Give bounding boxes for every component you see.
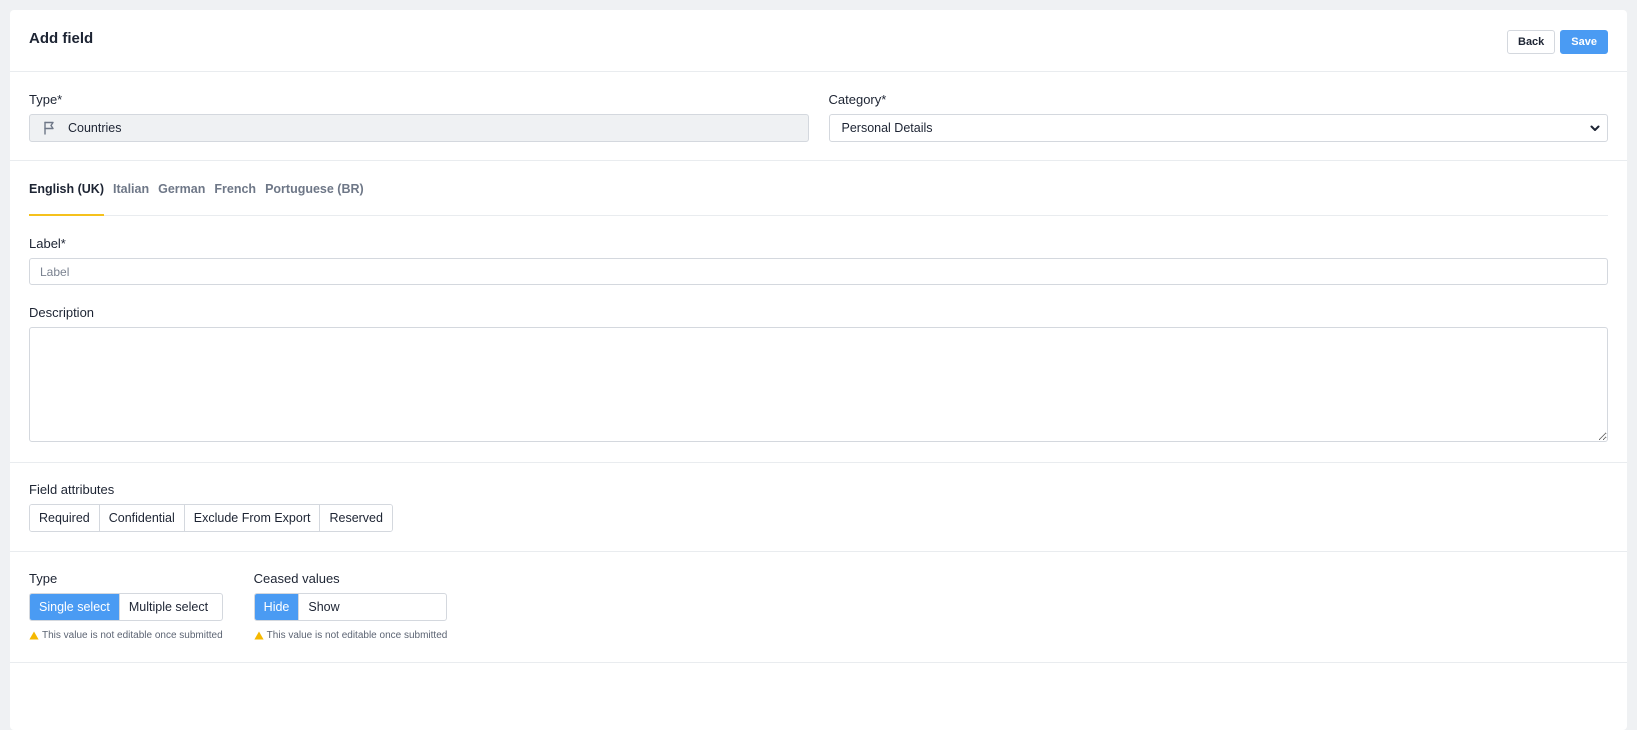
required-toggle[interactable]: Required	[30, 505, 100, 531]
select-type-group: Single select Multiple select	[29, 593, 223, 621]
confidential-toggle[interactable]: Confidential	[99, 505, 185, 531]
tab-english-uk[interactable]: English (UK)	[29, 182, 104, 216]
single-select-option[interactable]: Single select	[30, 594, 120, 620]
ceased-values-column: Ceased values Hide Show This value is no…	[253, 571, 448, 662]
multiple-select-option[interactable]: Multiple select	[119, 594, 218, 620]
label-input[interactable]	[29, 258, 1608, 285]
page-title: Add field	[29, 30, 94, 47]
select-type-column: Type Single select Multiple select This …	[29, 571, 223, 662]
language-tab-panel: Label* Description	[29, 216, 1608, 462]
page-header: Add field Back Save	[10, 10, 1627, 72]
save-button[interactable]: Save	[1560, 30, 1608, 54]
category-column: Category* Personal Details	[828, 92, 1608, 160]
tab-italian[interactable]: Italian	[113, 182, 149, 215]
field-attributes-group: Required Confidential Exclude From Expor…	[29, 504, 393, 532]
language-tabs: English (UK) Italian German French Portu…	[29, 182, 1608, 216]
select-options-section: Type Single select Multiple select This …	[10, 552, 1627, 663]
warning-icon	[254, 631, 264, 640]
select-type-warning: This value is not editable once submitte…	[29, 630, 223, 641]
ceased-values-group: Hide Show	[253, 593, 448, 621]
category-selected-value: Personal Details	[841, 121, 933, 135]
category-select[interactable]: Personal Details	[828, 114, 1608, 142]
type-label: Type*	[29, 92, 63, 107]
category-label: Category*	[828, 92, 887, 107]
label-field-label: Label*	[29, 236, 66, 251]
type-value: Countries	[68, 121, 122, 135]
show-option[interactable]: Show	[299, 594, 349, 620]
language-section: English (UK) Italian German French Portu…	[10, 161, 1627, 463]
description-textarea[interactable]	[29, 327, 1608, 442]
tab-german[interactable]: German	[158, 182, 205, 215]
field-attributes-label: Field attributes	[29, 482, 115, 497]
select-type-label: Type	[29, 571, 58, 586]
type-category-section: Type* Countries Category* Personal Detai…	[10, 72, 1627, 161]
ceased-values-warning-text: This value is not editable once submitte…	[266, 630, 448, 641]
tab-french[interactable]: French	[214, 182, 256, 215]
back-button[interactable]: Back	[1507, 30, 1556, 54]
add-field-card: Add field Back Save Type* Countries Cate…	[10, 10, 1627, 730]
ceased-values-warning: This value is not editable once submitte…	[254, 630, 448, 641]
tab-portuguese-br[interactable]: Portuguese (BR)	[265, 182, 364, 215]
description-field-label: Description	[29, 305, 95, 320]
ceased-values-label: Ceased values	[253, 571, 340, 586]
header-actions: Back Save	[1507, 30, 1608, 54]
type-readonly-field: Countries	[29, 114, 809, 142]
chevron-down-icon	[1589, 122, 1601, 134]
select-type-warning-text: This value is not editable once submitte…	[42, 630, 223, 641]
field-attributes-section: Field attributes Required Confidential E…	[10, 463, 1627, 552]
hide-option[interactable]: Hide	[254, 594, 300, 620]
reserved-toggle[interactable]: Reserved	[320, 505, 392, 531]
exclude-from-export-toggle[interactable]: Exclude From Export	[184, 505, 321, 531]
warning-icon	[29, 631, 39, 640]
flag-icon	[42, 120, 58, 136]
type-column: Type* Countries	[29, 92, 809, 160]
